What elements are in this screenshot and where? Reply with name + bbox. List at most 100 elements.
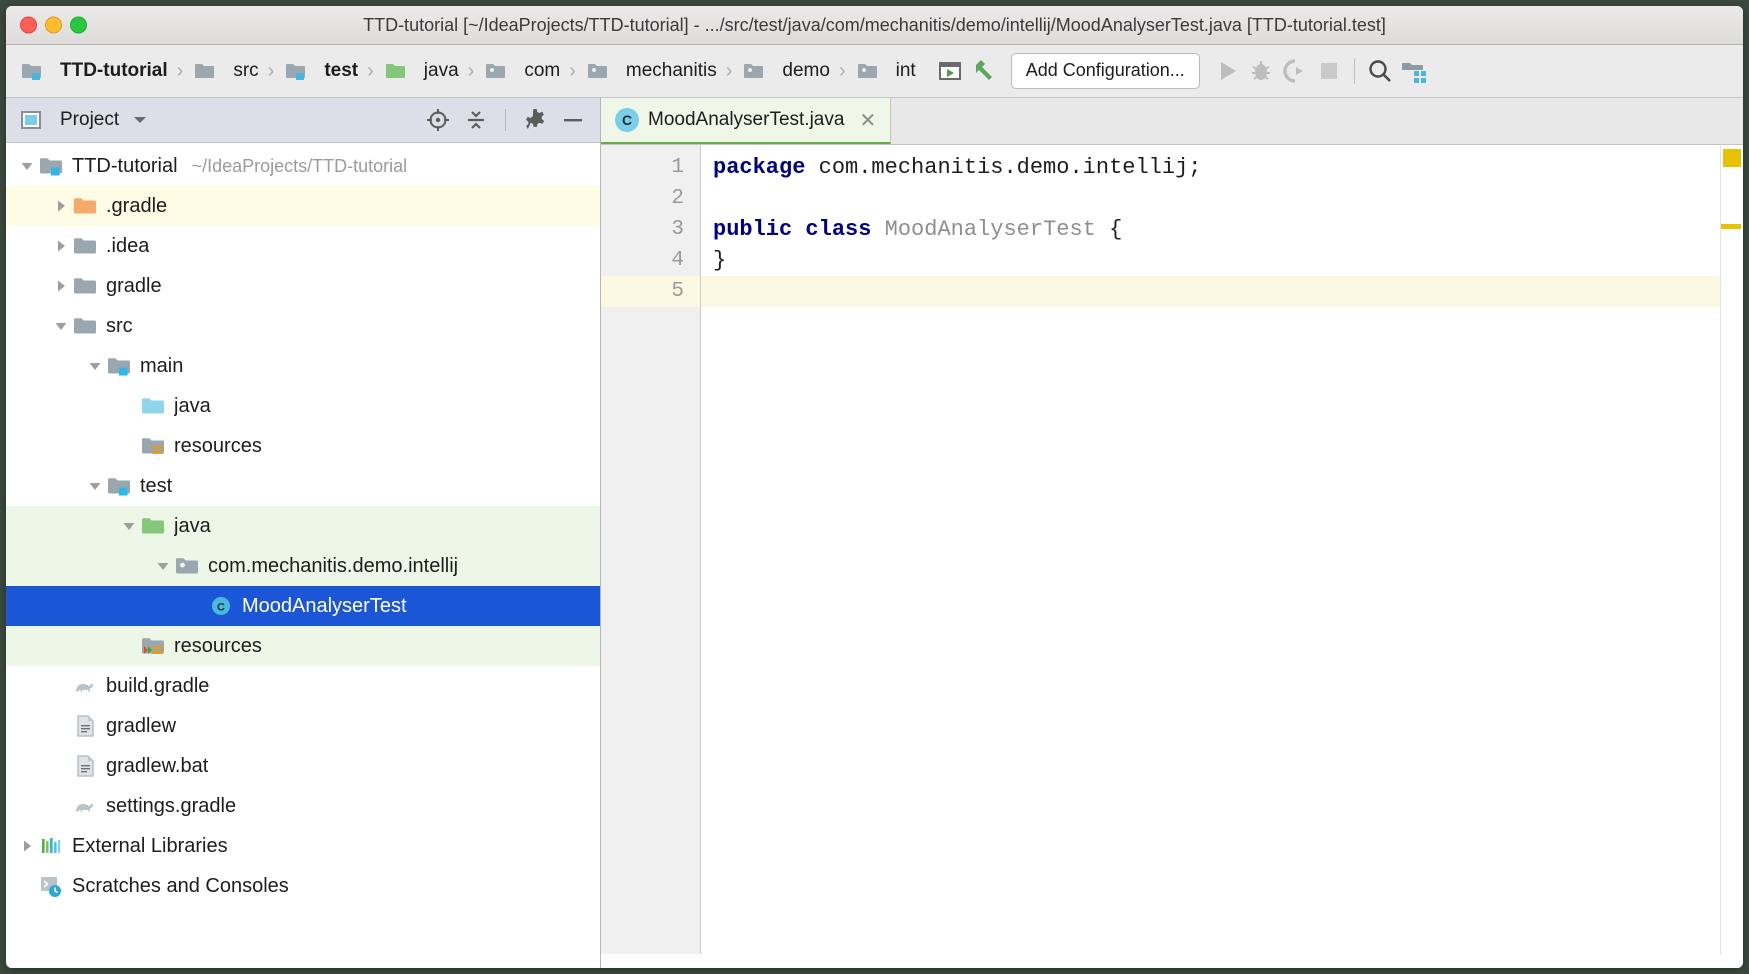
breadcrumb-item-demo[interactable]: demo [738, 58, 833, 84]
scroll-from-source-icon[interactable] [423, 105, 453, 135]
tree-row-label: build.gradle [106, 675, 209, 698]
line-number-gutter[interactable]: 12345 [601, 145, 701, 954]
chevron-down-icon[interactable] [84, 475, 106, 497]
line-number[interactable]: 1 [601, 152, 700, 183]
code-token [871, 217, 884, 242]
source-folder-icon [140, 393, 166, 419]
minimize-window-button[interactable] [45, 17, 62, 34]
chevron-right-icon[interactable] [50, 195, 72, 217]
title-bar: TTD-tutorial [~/IdeaProjects/TTD-tutoria… [6, 6, 1743, 45]
chevron-down-icon[interactable] [127, 107, 153, 133]
tab-mood-analyser-test[interactable]: C MoodAnalyserTest.java ✕ [601, 98, 891, 144]
excluded-folder-icon [72, 193, 98, 219]
chevron-right-icon[interactable] [16, 835, 38, 857]
chevron-down-icon[interactable] [118, 515, 140, 537]
tree-row-label: .idea [106, 235, 149, 258]
collapse-all-icon[interactable] [461, 105, 491, 135]
tree-row-java[interactable]: java [6, 386, 600, 426]
hide-panel-icon[interactable] [558, 105, 588, 135]
tree-row-scratches-and-consoles[interactable]: Scratches and Consoles [6, 866, 600, 906]
tree-row-label: java [174, 515, 211, 538]
search-everywhere-icon[interactable] [1363, 54, 1397, 88]
code-line[interactable] [701, 276, 1720, 307]
tree-row-path: ~/IdeaProjects/TTD-tutorial [192, 156, 408, 177]
breadcrumb-separator-icon: › [839, 60, 846, 83]
chevron-down-icon[interactable] [84, 355, 106, 377]
stop-icon[interactable] [1312, 54, 1346, 88]
tree-row-java[interactable]: java [6, 506, 600, 546]
tree-row-gradlew-bat[interactable]: gradlew.bat [6, 746, 600, 786]
package-folder-icon [741, 58, 767, 84]
tree-row-gradlew[interactable]: gradlew [6, 706, 600, 746]
project-tree[interactable]: TTD-tutorial ~/IdeaProjects/TTD-tutorial.… [6, 143, 600, 968]
tree-row-resources[interactable]: resources [6, 426, 600, 466]
breadcrumb-item-test[interactable]: test [280, 58, 361, 84]
code-token: public class [713, 217, 871, 242]
project-view-icon [18, 107, 44, 133]
tree-row-label: settings.gradle [106, 795, 236, 818]
breadcrumb-label: int [896, 60, 916, 82]
tree-row-label: External Libraries [72, 835, 228, 858]
tree-row-settings-gradle[interactable]: settings.gradle [6, 786, 600, 826]
breadcrumb-item-com[interactable]: com [480, 58, 563, 84]
line-number[interactable]: 5 [601, 276, 700, 307]
package-folder-icon [585, 58, 611, 84]
maximize-window-button[interactable] [70, 17, 87, 34]
run-with-coverage-icon[interactable] [1278, 54, 1312, 88]
chevron-right-icon[interactable] [50, 235, 72, 257]
run-preview-icon[interactable] [933, 54, 967, 88]
code-editor[interactable]: package com.mechanitis.demo.intellij; pub… [701, 145, 1720, 954]
build-hammer-icon[interactable] [967, 54, 1001, 88]
chevron-right-icon[interactable] [50, 275, 72, 297]
chevron-down-icon[interactable] [152, 555, 174, 577]
file-status-marker[interactable] [1723, 149, 1741, 167]
debug-icon[interactable] [1244, 54, 1278, 88]
tree-row-com-mechanitis-demo-intellij[interactable]: com.mechanitis.demo.intellij [6, 546, 600, 586]
chevron-down-icon[interactable] [50, 315, 72, 337]
code-line[interactable] [701, 183, 1720, 214]
tab-label: MoodAnalyserTest.java [648, 109, 844, 131]
line-number[interactable]: 4 [601, 245, 700, 276]
code-line[interactable]: } [701, 245, 1720, 276]
breadcrumb-label: src [233, 60, 258, 82]
chevron-down-icon[interactable] [16, 155, 38, 177]
breadcrumb-separator-icon: › [726, 60, 733, 83]
tree-row-external-libraries[interactable]: External Libraries [6, 826, 600, 866]
test-source-folder-icon [140, 513, 166, 539]
tree-row-gradle[interactable]: gradle [6, 266, 600, 306]
settings-gear-icon[interactable] [520, 105, 550, 135]
close-icon[interactable]: ✕ [859, 108, 876, 133]
add-configuration-button[interactable]: Add Configuration... [1011, 53, 1200, 89]
tree-row-label: TTD-tutorial [72, 155, 178, 178]
breadcrumb-label: demo [782, 60, 830, 82]
marker-stripe[interactable] [1720, 145, 1743, 954]
breadcrumb-item-mechanitis[interactable]: mechanitis [582, 58, 720, 84]
tree-row-main[interactable]: main [6, 346, 600, 386]
breadcrumb-separator-icon: › [268, 60, 275, 83]
tree-row-build-gradle[interactable]: build.gradle [6, 666, 600, 706]
line-number[interactable]: 2 [601, 183, 700, 214]
breadcrumb-item-intellij[interactable]: int [852, 58, 919, 84]
window-controls [20, 17, 87, 34]
code-line[interactable]: public class MoodAnalyserTest { [701, 214, 1720, 245]
breadcrumb-item-project[interactable]: TTD-tutorial [16, 58, 171, 84]
close-window-button[interactable] [20, 17, 37, 34]
run-icon[interactable] [1210, 54, 1244, 88]
tree-row-moodanalysertest[interactable]: CMoodAnalyserTest [6, 586, 600, 626]
breadcrumb-item-src[interactable]: src [189, 58, 261, 84]
module-folder-icon [106, 353, 132, 379]
tree-row-src[interactable]: src [6, 306, 600, 346]
tree-row-gradle[interactable]: .gradle [6, 186, 600, 226]
warning-stripe-marker[interactable] [1721, 224, 1741, 229]
folder-icon [72, 313, 98, 339]
project-structure-icon[interactable] [1397, 54, 1431, 88]
tree-row-test[interactable]: test [6, 466, 600, 506]
tree-row-ttd-tutorial[interactable]: TTD-tutorial ~/IdeaProjects/TTD-tutorial [6, 146, 600, 186]
tree-row-idea[interactable]: .idea [6, 226, 600, 266]
text-file-icon [72, 753, 98, 779]
tree-row-label: java [174, 395, 211, 418]
code-line[interactable]: package com.mechanitis.demo.intellij; [701, 152, 1720, 183]
line-number[interactable]: 3 [601, 214, 700, 245]
tree-row-resources[interactable]: resources [6, 626, 600, 666]
breadcrumb-item-java[interactable]: java [380, 58, 462, 84]
